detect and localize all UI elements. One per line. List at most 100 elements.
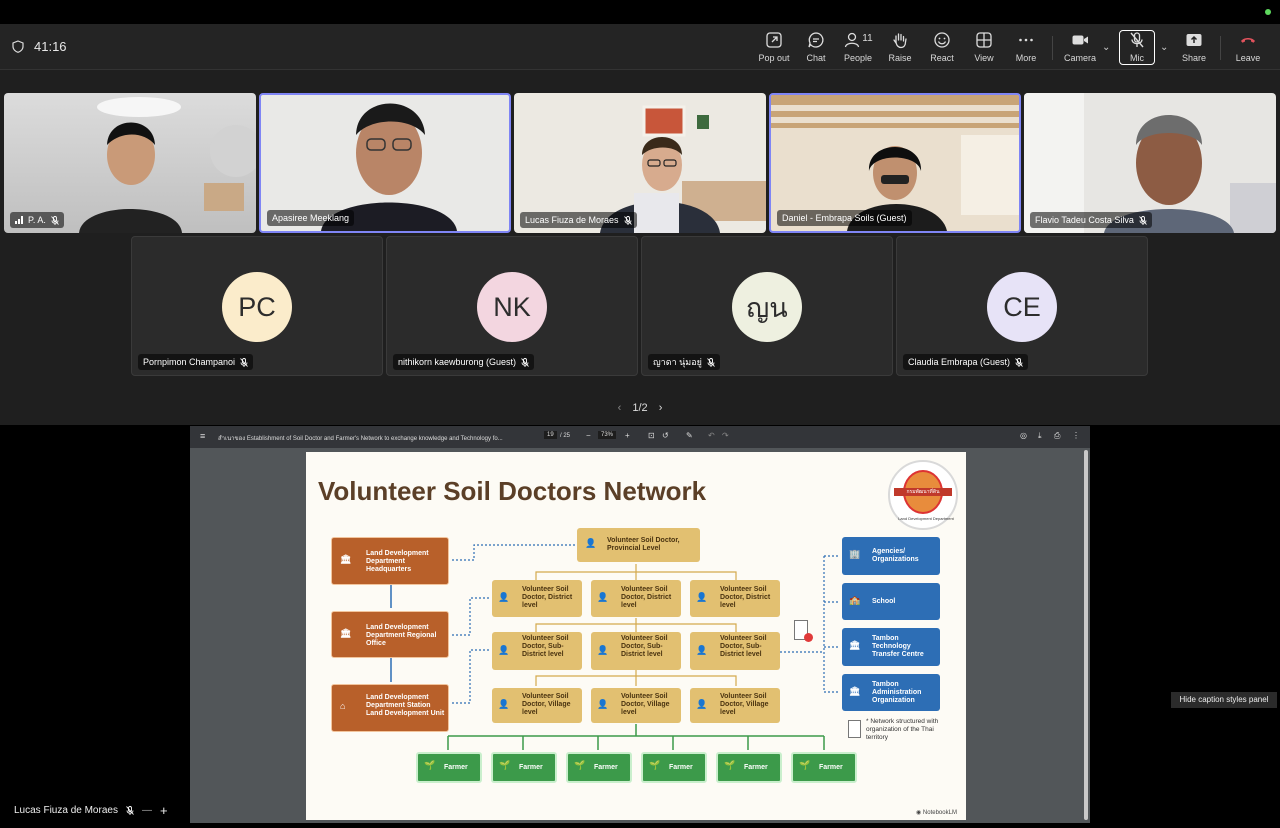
participant-name: Pornpimon Champanoi [143, 357, 236, 367]
avatar-tile[interactable]: ญน ญาดา นุ่มอยู่ [641, 236, 893, 376]
chat-button[interactable]: Chat [794, 31, 838, 63]
org-label: Agencies/ Organizations [872, 548, 919, 563]
slide-page: Volunteer Soil Doctors Network กรมพัฒนาท… [306, 452, 966, 820]
note-document-icon [848, 720, 861, 738]
share-icon [1186, 34, 1202, 46]
participant-name-chip: Flavio Tadeu Costa Silva [1030, 212, 1152, 228]
video-tile-active-speaker[interactable]: Daniel - Embrapa Soils (Guest) [769, 93, 1021, 233]
annotate-icon[interactable]: ◎ [1020, 431, 1027, 440]
participant-name-chip: Lucas Fiuza de Moraes [520, 212, 637, 228]
avatar-tile[interactable]: CE Claudia Embrapa (Guest) [896, 236, 1148, 376]
participant-name-chip: ญาดา นุ่มอยู่ [648, 354, 720, 370]
video-tile-active-speaker[interactable]: Apasiree Meeklang [259, 93, 511, 233]
school-icon: 🏫 [849, 595, 861, 605]
more-button[interactable]: More [1004, 31, 1048, 63]
pdf-page-input[interactable]: 19 [544, 431, 557, 439]
video-tile[interactable]: Lucas Fiuza de Moraes [514, 93, 766, 233]
fit-page-icon[interactable]: ⊡ [648, 431, 655, 440]
participant-name: P. A. [28, 215, 46, 225]
mic-button[interactable]: Mic [1115, 31, 1159, 63]
farmer-icon: 👤 [585, 538, 597, 548]
participant-name-chip: Daniel - Embrapa Soils (Guest) [777, 210, 912, 226]
house-icon: ⌂ [340, 701, 346, 711]
participant-name: nithikorn kaewburong (Guest) [398, 357, 517, 367]
minimize-icon[interactable]: — [142, 805, 152, 816]
people-button[interactable]: 11 People [836, 31, 880, 63]
district-label: Volunteer Soil Doctor, District level [720, 586, 771, 609]
redo-icon[interactable]: ↷ [722, 431, 729, 440]
org-label: Tambon Technology Transfer Centre [872, 635, 924, 658]
seedling-icon: 🌱 [649, 760, 661, 770]
prev-page-chevron-icon[interactable]: ‹ [618, 402, 622, 414]
pdf-zoom[interactable]: 73% [598, 431, 617, 439]
zoom-out-icon[interactable]: − [586, 431, 591, 440]
view-button[interactable]: View [962, 31, 1006, 63]
caption-styles-tooltip[interactable]: Hide caption styles panel [1171, 692, 1277, 708]
village-box: 👤 Volunteer Soil Doctor, Village level [492, 688, 582, 723]
expand-icon[interactable]: + [160, 803, 168, 818]
camera-button[interactable]: Camera [1058, 31, 1102, 63]
ldd-station-box: ⌂ Land Development Department Station La… [331, 684, 449, 732]
org-box-tambon-ttc: 🏛 Tambon Technology Transfer Centre [842, 628, 940, 666]
org-box-school: 🏫 School [842, 583, 940, 620]
raise-hand-button[interactable]: Raise [878, 31, 922, 63]
farmer-icon: 👤 [696, 699, 708, 709]
pdf-scrollbar[interactable] [1084, 450, 1088, 820]
participant-name-chip: nithikorn kaewburong (Guest) [393, 354, 535, 370]
view-icon [976, 32, 992, 48]
video-tile[interactable]: Flavio Tadeu Costa Silva [1024, 93, 1276, 233]
document-icon [794, 620, 813, 642]
more-icon [1019, 38, 1033, 42]
menu-icon[interactable]: ≡ [200, 431, 205, 441]
meeting-toolbar: 41:16 Pop out Chat 11 People Raise React [0, 24, 1280, 70]
print-icon[interactable]: ⎙ [1054, 431, 1060, 441]
farmer-icon: 👤 [696, 645, 708, 655]
rotate-icon[interactable]: ↺ [662, 431, 669, 440]
slide-note: * Network structured with organization o… [866, 718, 939, 741]
subdistrict-box: 👤 Volunteer Soil Doctor, Sub-District le… [591, 632, 681, 670]
mic-options-chevron-icon[interactable]: ⌄ [1160, 42, 1168, 53]
download-icon[interactable]: ⤓ [1038, 431, 1042, 441]
zoom-in-icon[interactable]: + [625, 431, 630, 440]
react-button[interactable]: React [920, 31, 964, 63]
seedling-icon: 🌱 [799, 760, 811, 770]
watermark-text: NotebookLM [922, 810, 957, 816]
next-page-chevron-icon[interactable]: › [659, 402, 663, 414]
ldd-label: Land Development Department Regional Off… [366, 624, 437, 647]
farmer-icon: 👤 [597, 699, 609, 709]
farmer-label: Farmer [444, 764, 468, 771]
avatar-tile[interactable]: PC Pornpimon Champanoi [131, 236, 383, 376]
pop-out-button[interactable]: Pop out [752, 31, 796, 63]
leave-button[interactable]: Leave [1226, 31, 1270, 63]
ldd-regional-office-box: 🏛 Land Development Department Regional O… [331, 611, 449, 658]
video-tile[interactable]: P. A. [4, 93, 256, 233]
share-button[interactable]: Share [1172, 31, 1216, 63]
participant-name-chip: P. A. [10, 212, 64, 228]
org-label: Tambon Administration Organization [872, 681, 922, 704]
district-box: 👤 Volunteer Soil Doctor, District level [492, 580, 582, 617]
sharer-name: Lucas Fiuza de Moraes [14, 805, 118, 816]
highlight-icon[interactable]: ✎ [686, 431, 693, 440]
undo-icon[interactable]: ↶ [708, 431, 715, 440]
react-label: React [930, 53, 954, 63]
district-label: Volunteer Soil Doctor, District level [621, 586, 672, 609]
page-indicator: 1/2 [632, 402, 648, 414]
avatar-tile[interactable]: NK nithikorn kaewburong (Guest) [386, 236, 638, 376]
mic-label: Mic [1130, 53, 1144, 63]
provincial-label: Volunteer Soil Doctor, Provincial Level [607, 537, 680, 552]
participant-name: Claudia Embrapa (Guest) [908, 357, 1011, 367]
ldd-label: Land Development Department Station Land… [366, 694, 445, 717]
mic-off-icon [521, 357, 529, 367]
chat-label: Chat [806, 53, 826, 63]
mic-off-icon [1139, 215, 1147, 225]
farmer-label: Farmer [669, 764, 693, 771]
share-label: Share [1181, 53, 1207, 63]
more-vert-icon[interactable]: ⋮ [1072, 431, 1080, 440]
participant-name: Flavio Tadeu Costa Silva [1035, 215, 1134, 225]
avatar: ญน [732, 272, 802, 342]
camera-options-chevron-icon[interactable]: ⌄ [1102, 42, 1110, 53]
sharer-name-chip: Lucas Fiuza de Moraes — + [14, 803, 168, 818]
farmer-icon: 👤 [498, 699, 510, 709]
notebooklm-watermark: ◉ NotebookLM [916, 809, 957, 816]
org-box-agencies: 🏢 Agencies/ Organizations [842, 537, 940, 575]
